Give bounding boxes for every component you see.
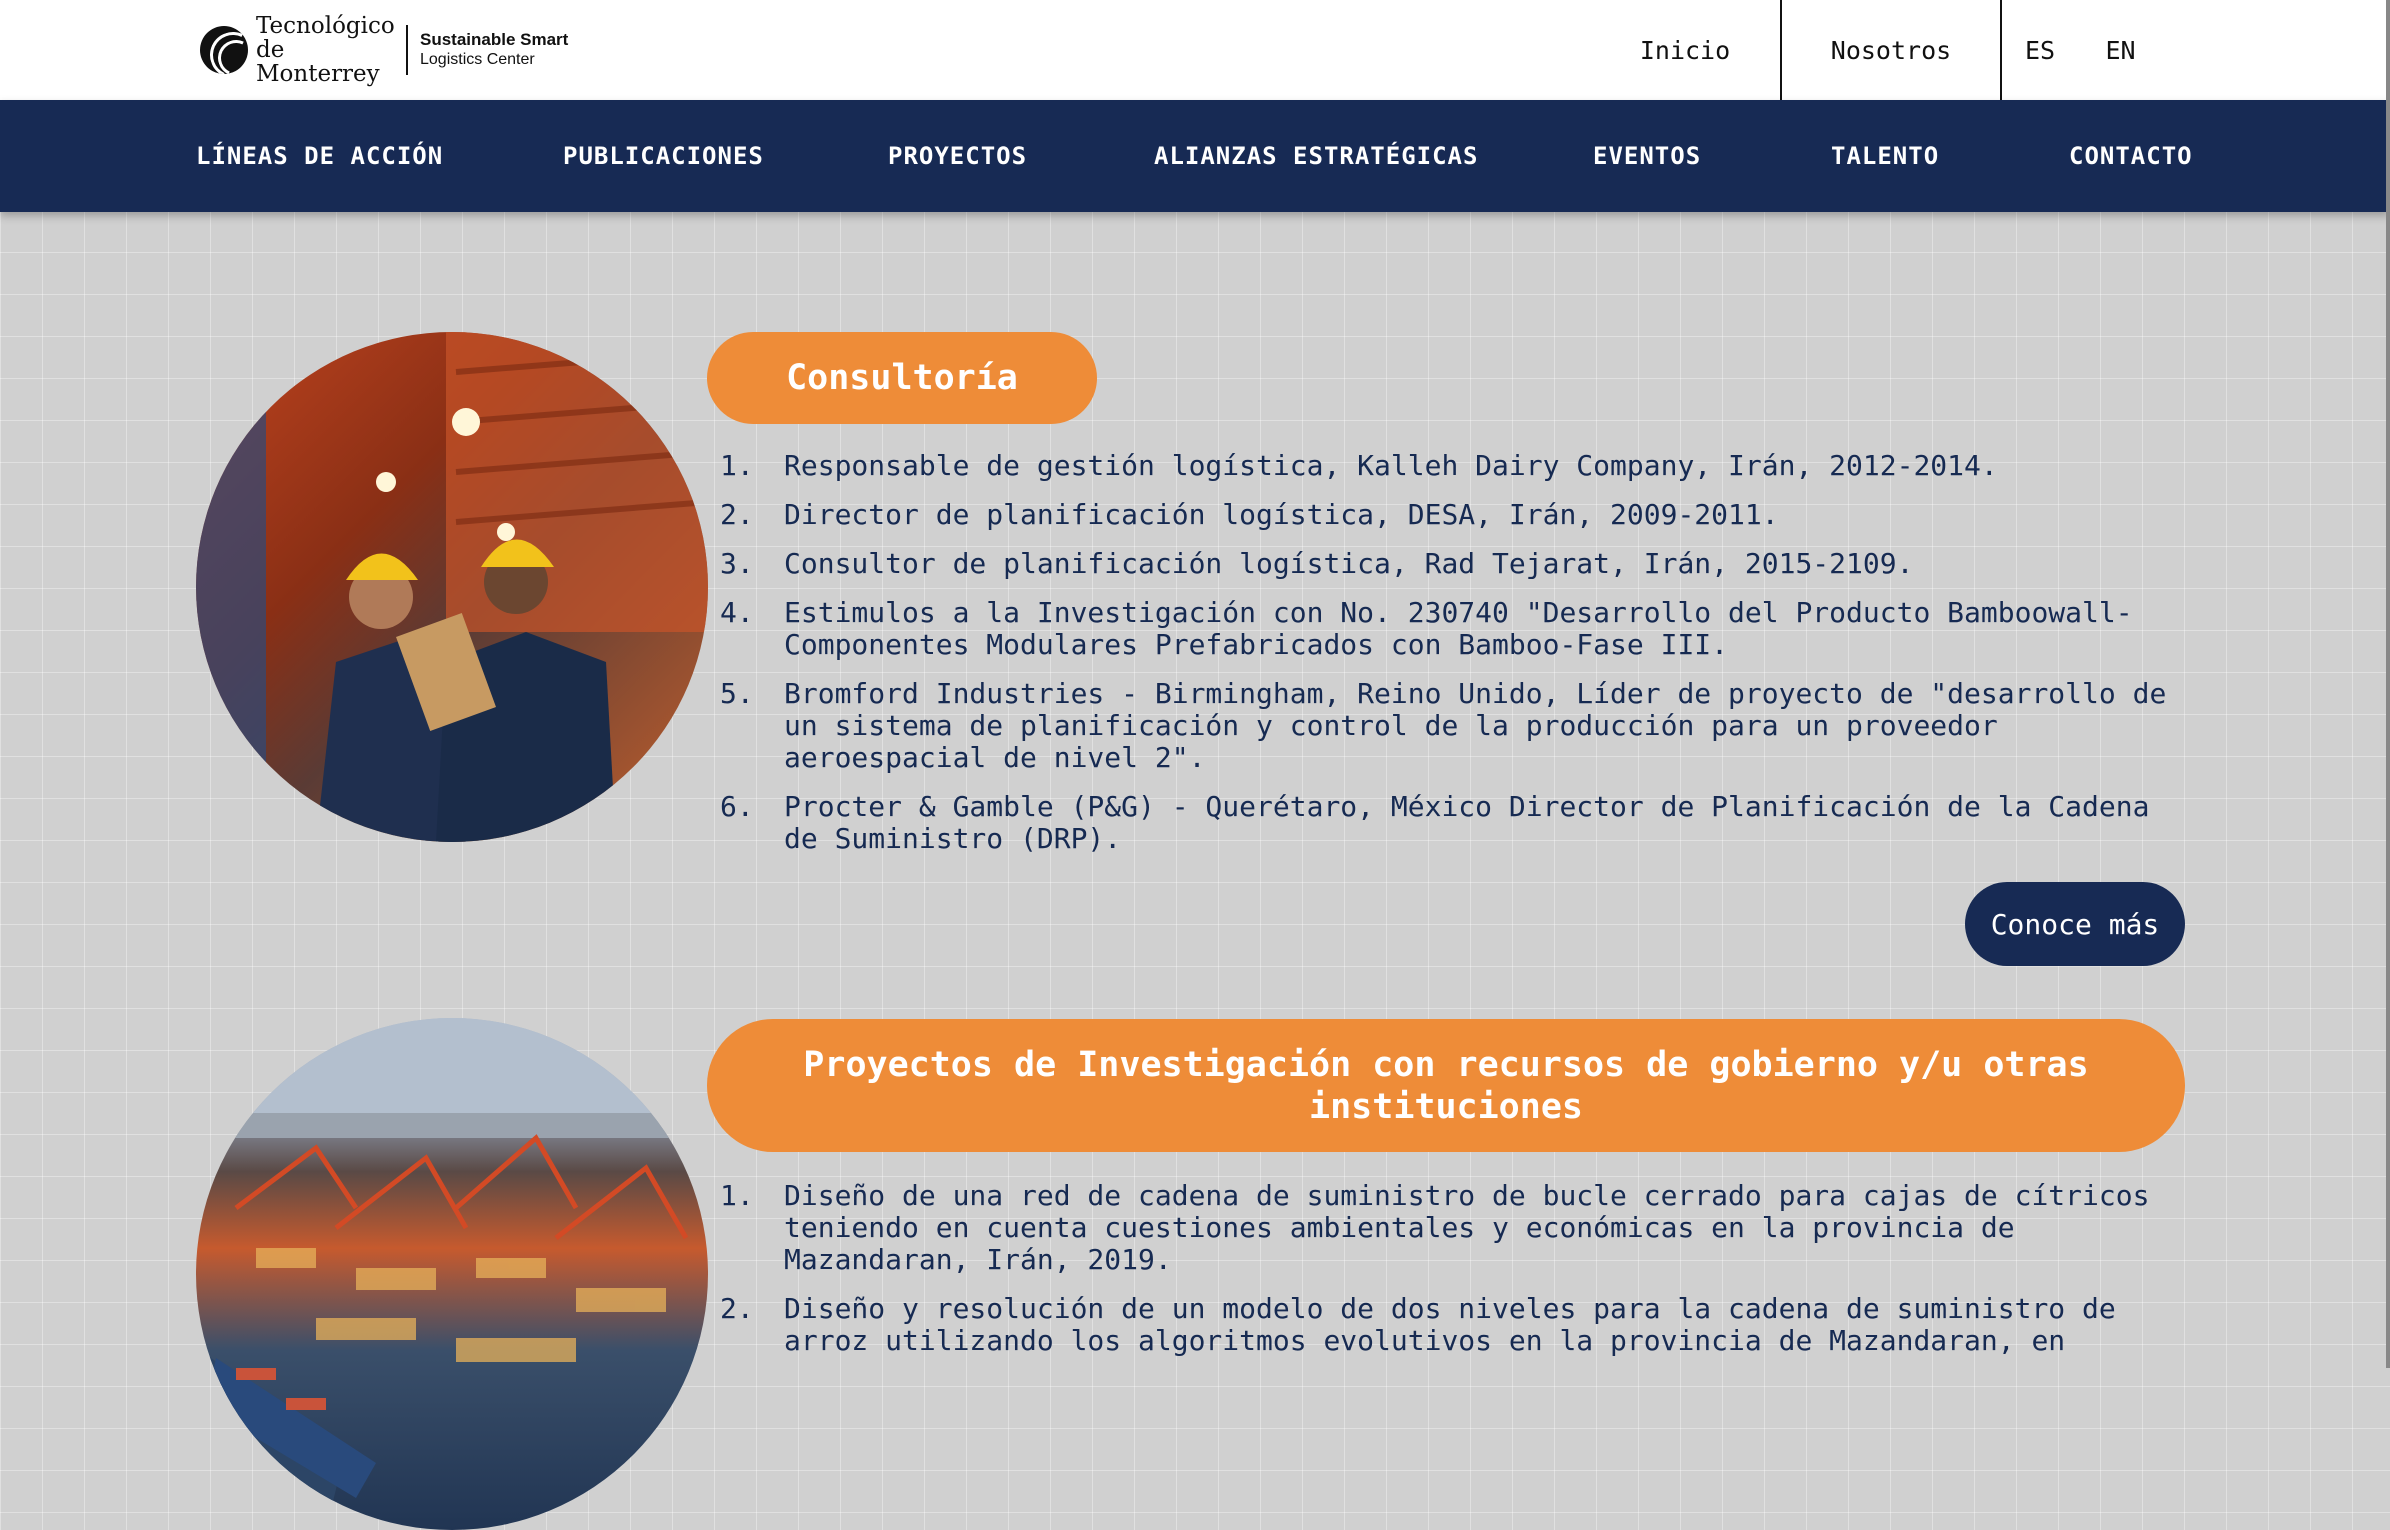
main-nav: LÍNEAS DE ACCIÓN PUBLICACIONES PROYECTOS… <box>0 100 2390 212</box>
nav-proyectos[interactable]: PROYECTOS <box>888 142 1027 170</box>
logo-tec-text: Tecnológico de Monterrey <box>256 13 395 87</box>
list-item: 5. Bromford Industries - Birmingham, Rein… <box>720 677 2167 774</box>
logo-center-line1: Sustainable Smart <box>420 30 569 49</box>
warehouse-workers-photo <box>196 332 708 842</box>
list-item: 4. Estimulos a la Investigación con No. 2… <box>720 596 2133 661</box>
list-item: 3. Consultor de planificación logística, … <box>720 547 1914 580</box>
window-edge <box>2386 0 2390 1368</box>
tec-logo-icon <box>200 26 248 74</box>
logo-center-line2: Logistics Center <box>420 51 535 68</box>
nav-eventos[interactable]: EVENTOS <box>1593 142 1701 170</box>
list-item-text: Procter & Gamble (P&G) - Querétaro, Méxi… <box>784 790 2150 855</box>
list-item: 2. Director de planificación logística, D… <box>720 498 1779 531</box>
list-item-text: Consultor de planificación logística, Ra… <box>784 547 1914 580</box>
consultoria-list: 1. Responsable de gestión logística, Kall… <box>720 450 2180 872</box>
container-port-photo <box>196 1018 708 1530</box>
list-item-text: Diseño de una red de cadena de suministr… <box>784 1179 2150 1276</box>
nav-nosotros[interactable]: Nosotros <box>1780 0 2002 100</box>
list-item-text: Diseño y resolución de un modelo de dos … <box>784 1292 2116 1357</box>
logo-divider <box>406 25 408 75</box>
logo[interactable]: Tecnológico de Monterrey Sustainable Sma… <box>200 14 568 86</box>
section-title-consultoria: Consultoría <box>707 332 1097 424</box>
nav-lineas-de-accion[interactable]: LÍNEAS DE ACCIÓN <box>196 142 443 170</box>
section-title-proyectos-investigacion: Proyectos de Investigación con recursos … <box>707 1019 2185 1152</box>
lang-en[interactable]: EN <box>2088 0 2153 100</box>
top-bar: Tecnológico de Monterrey Sustainable Sma… <box>0 0 2390 100</box>
logo-center-text: Sustainable Smart Logistics Center <box>420 30 568 70</box>
list-item-text: Responsable de gestión logística, Kalleh… <box>784 449 1998 482</box>
list-item: 1. Diseño de una red de cadena de suminis… <box>720 1179 2150 1276</box>
conoce-mas-button[interactable]: Conoce más <box>1965 882 2185 966</box>
nav-alianzas-estrategicas[interactable]: ALIANZAS ESTRATÉGICAS <box>1154 142 1478 170</box>
list-item-text: Director de planificación logística, DES… <box>784 498 1779 531</box>
nav-inicio[interactable]: Inicio <box>1590 0 1780 100</box>
lang-es[interactable]: ES <box>2010 0 2070 100</box>
nav-publicaciones[interactable]: PUBLICACIONES <box>563 142 764 170</box>
list-item-text: Estimulos a la Investigación con No. 230… <box>784 596 2133 661</box>
list-item: 2. Diseño y resolución de un modelo de do… <box>720 1292 2116 1357</box>
nav-talento[interactable]: TALENTO <box>1831 142 1939 170</box>
nav-contacto[interactable]: CONTACTO <box>2069 142 2193 170</box>
list-item: 6. Procter & Gamble (P&G) - Querétaro, Mé… <box>720 790 2150 855</box>
proyectos-investigacion-list: 1. Diseño de una red de cadena de suminis… <box>720 1180 2180 1374</box>
list-item: 1. Responsable de gestión logística, Kall… <box>720 449 1998 482</box>
list-item-text: Bromford Industries - Birmingham, Reino … <box>784 677 2167 774</box>
